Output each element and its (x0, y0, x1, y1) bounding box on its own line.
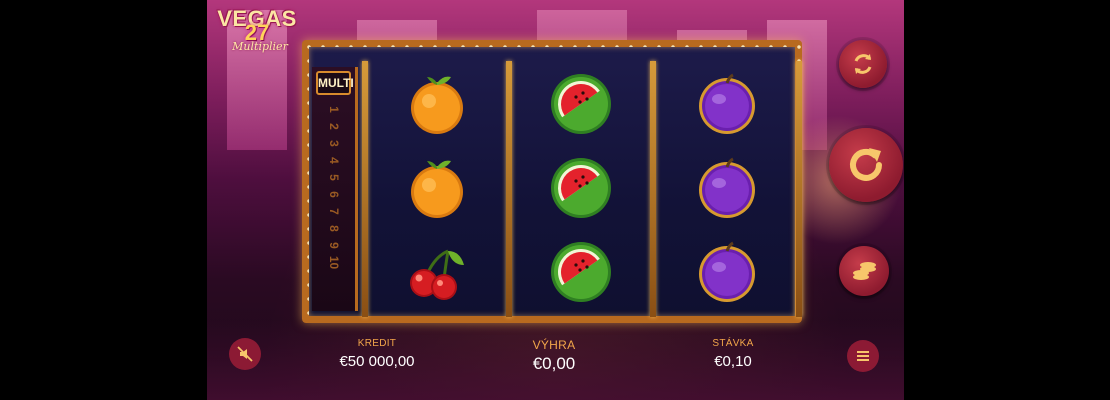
reel-3 (659, 63, 793, 315)
watermelon-symbol (546, 153, 616, 223)
bet-display: STÁVKA €0,10 (683, 338, 783, 370)
plum-symbol (692, 237, 762, 307)
logo-multiplier-text: Multiplier (232, 40, 288, 53)
win-value: €0,00 (532, 354, 576, 373)
reel-divider (506, 61, 512, 317)
watermelon-icon (551, 242, 611, 302)
orange-symbol (402, 69, 472, 139)
reel-divider (362, 61, 368, 317)
orange-symbol (402, 153, 472, 223)
autoplay-icon (854, 54, 872, 74)
game-logo: VEGAS 27 Multiplier (213, 6, 301, 54)
plum-symbol (692, 153, 762, 223)
credit-label: KREDIT (357, 338, 397, 349)
cherries-symbol (402, 237, 472, 307)
reel-divider (650, 61, 656, 317)
autoplay-button[interactable] (839, 40, 887, 88)
sound-off-icon (237, 346, 253, 362)
watermelon-symbol (546, 237, 616, 307)
cherries-icon (410, 249, 464, 300)
menu-icon (857, 351, 869, 361)
reel-1 (369, 63, 503, 315)
watermelon-symbol (546, 69, 616, 139)
credit-value: €50 000,00 (339, 353, 415, 370)
bet-value: €0,10 (714, 353, 752, 370)
slot-game: VEGAS 27 Multiplier MULTI 1 2 3 4 5 6 7 … (207, 0, 904, 400)
credit-display: KREDIT €50 000,00 (327, 338, 427, 370)
menu-button[interactable] (847, 340, 879, 372)
watermelon-icon (551, 158, 611, 218)
bet-button[interactable] (839, 246, 889, 296)
plum-symbol (692, 69, 762, 139)
win-display: VÝHRA €0,00 (504, 338, 604, 374)
spin-icon (850, 148, 882, 181)
orange-icon (411, 160, 463, 218)
reel-divider (796, 61, 802, 317)
plum-icon (699, 157, 755, 218)
coins-icon (853, 262, 876, 280)
plum-icon (699, 73, 755, 134)
reel-2 (513, 63, 647, 315)
reel-frame: MULTI 1 2 3 4 5 6 7 8 9 10 (302, 40, 802, 323)
spin-button[interactable] (829, 128, 903, 202)
watermelon-icon (551, 74, 611, 134)
multiplier-list: 1 2 3 4 5 6 7 8 9 10 (312, 101, 355, 271)
multiplier-meter: MULTI 1 2 3 4 5 6 7 8 9 10 (312, 67, 358, 311)
sound-button[interactable] (229, 338, 261, 370)
orange-icon (411, 76, 463, 134)
plum-icon (699, 241, 755, 302)
multiplier-value: 10 (327, 255, 341, 270)
bet-label: STÁVKA (712, 338, 754, 349)
win-label: VÝHRA (532, 338, 576, 352)
